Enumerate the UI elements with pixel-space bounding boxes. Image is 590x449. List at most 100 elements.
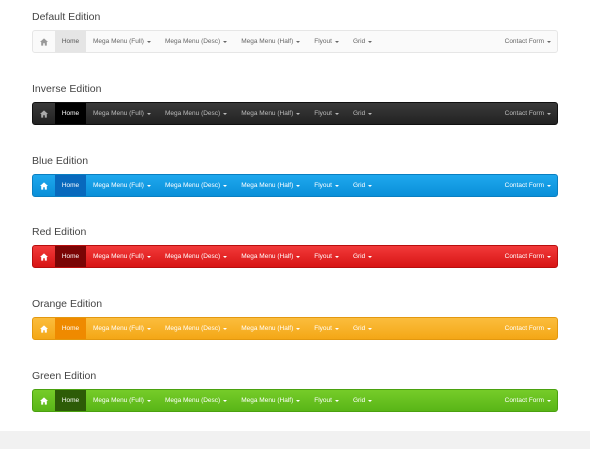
nav-item-home[interactable]: Home	[55, 31, 86, 52]
nav-item-mega-menu-half[interactable]: Mega Menu (Half)	[234, 390, 307, 411]
caret-down-icon	[334, 399, 339, 402]
nav-item-mega-menu-desc[interactable]: Mega Menu (Desc)	[158, 246, 234, 267]
caret-down-icon	[146, 255, 151, 258]
nav-item-mega-menu-desc[interactable]: Mega Menu (Desc)	[158, 31, 234, 52]
nav-item-contact-form[interactable]: Contact Form	[498, 175, 557, 196]
nav-item-home[interactable]: Home	[55, 175, 86, 196]
nav-item-contact-form[interactable]: Contact Form	[498, 31, 557, 52]
section-title: Inverse Edition	[32, 83, 102, 95]
caret-down-icon	[334, 327, 339, 330]
caret-down-icon	[223, 112, 228, 115]
section-title: Default Edition	[32, 11, 101, 23]
home-icon[interactable]	[33, 31, 55, 52]
nav-item-mega-menu-full[interactable]: Mega Menu (Full)	[86, 318, 158, 339]
navbar: Home Mega Menu (Full) Mega Menu (Desc) M…	[32, 245, 558, 268]
section-title: Red Edition	[32, 226, 87, 238]
caret-down-icon	[296, 399, 301, 402]
caret-down-icon	[296, 40, 301, 43]
nav-item-contact-form[interactable]: Contact Form	[498, 103, 557, 124]
caret-down-icon	[146, 327, 151, 330]
caret-down-icon	[368, 184, 373, 187]
section-title: Green Edition	[32, 370, 97, 382]
nav-item-home[interactable]: Home	[55, 318, 86, 339]
nav-item-flyout[interactable]: Flyout	[307, 318, 346, 339]
nav-item-grid[interactable]: Grid	[346, 103, 379, 124]
caret-down-icon	[368, 255, 373, 258]
nav-item-grid[interactable]: Grid	[346, 318, 379, 339]
navbar: Home Mega Menu (Full) Mega Menu (Desc) M…	[32, 317, 558, 340]
nav-item-grid[interactable]: Grid	[346, 31, 379, 52]
caret-down-icon	[547, 40, 551, 43]
caret-down-icon	[334, 40, 339, 43]
caret-down-icon	[547, 255, 551, 258]
caret-down-icon	[547, 184, 551, 187]
nav-item-mega-menu-desc[interactable]: Mega Menu (Desc)	[158, 318, 234, 339]
home-icon[interactable]	[33, 103, 55, 124]
caret-down-icon	[296, 327, 301, 330]
caret-down-icon	[296, 112, 301, 115]
nav-item-mega-menu-half[interactable]: Mega Menu (Half)	[234, 246, 307, 267]
caret-down-icon	[146, 40, 151, 43]
home-icon[interactable]	[33, 246, 55, 267]
nav-item-flyout[interactable]: Flyout	[307, 175, 346, 196]
nav-item-mega-menu-half[interactable]: Mega Menu (Half)	[234, 175, 307, 196]
caret-down-icon	[223, 399, 228, 402]
nav-item-mega-menu-full[interactable]: Mega Menu (Full)	[86, 246, 158, 267]
navbar: Home Mega Menu (Full) Mega Menu (Desc) M…	[32, 389, 558, 412]
navbar: Home Mega Menu (Full) Mega Menu (Desc) M…	[32, 174, 558, 197]
caret-down-icon	[223, 255, 228, 258]
navbar: Home Mega Menu (Full) Mega Menu (Desc) M…	[32, 102, 558, 125]
nav-item-flyout[interactable]: Flyout	[307, 31, 346, 52]
nav-item-mega-menu-full[interactable]: Mega Menu (Full)	[86, 175, 158, 196]
nav-item-flyout[interactable]: Flyout	[307, 246, 346, 267]
caret-down-icon	[368, 40, 373, 43]
nav-item-contact-form[interactable]: Contact Form	[498, 390, 557, 411]
section-title: Orange Edition	[32, 298, 103, 310]
nav-item-mega-menu-desc[interactable]: Mega Menu (Desc)	[158, 175, 234, 196]
nav-item-mega-menu-half[interactable]: Mega Menu (Half)	[234, 103, 307, 124]
home-icon[interactable]	[33, 390, 55, 411]
home-icon[interactable]	[33, 318, 55, 339]
nav-item-flyout[interactable]: Flyout	[307, 103, 346, 124]
caret-down-icon	[223, 184, 228, 187]
nav-item-mega-menu-desc[interactable]: Mega Menu (Desc)	[158, 103, 234, 124]
caret-down-icon	[223, 327, 228, 330]
nav-item-mega-menu-half[interactable]: Mega Menu (Half)	[234, 318, 307, 339]
caret-down-icon	[368, 399, 373, 402]
caret-down-icon	[146, 112, 151, 115]
caret-down-icon	[547, 327, 551, 330]
nav-item-mega-menu-full[interactable]: Mega Menu (Full)	[86, 103, 158, 124]
nav-item-flyout[interactable]: Flyout	[307, 390, 346, 411]
nav-item-home[interactable]: Home	[55, 246, 86, 267]
caret-down-icon	[296, 184, 301, 187]
nav-item-home[interactable]: Home	[55, 103, 86, 124]
nav-item-home[interactable]: Home	[55, 390, 86, 411]
nav-item-contact-form[interactable]: Contact Form	[498, 246, 557, 267]
nav-item-grid[interactable]: Grid	[346, 175, 379, 196]
nav-item-mega-menu-full[interactable]: Mega Menu (Full)	[86, 31, 158, 52]
nav-item-contact-form[interactable]: Contact Form	[498, 318, 557, 339]
nav-item-mega-menu-half[interactable]: Mega Menu (Half)	[234, 31, 307, 52]
navbar: Home Mega Menu (Full) Mega Menu (Desc) M…	[32, 30, 558, 53]
caret-down-icon	[547, 112, 551, 115]
caret-down-icon	[146, 399, 151, 402]
caret-down-icon	[334, 255, 339, 258]
nav-item-mega-menu-desc[interactable]: Mega Menu (Desc)	[158, 390, 234, 411]
caret-down-icon	[223, 40, 228, 43]
caret-down-icon	[296, 255, 301, 258]
section-title: Blue Edition	[32, 155, 89, 167]
page: Default Edition Home Mega Menu (Full) Me…	[0, 0, 590, 431]
caret-down-icon	[146, 184, 151, 187]
caret-down-icon	[368, 327, 373, 330]
home-icon[interactable]	[33, 175, 55, 196]
nav-item-grid[interactable]: Grid	[346, 246, 379, 267]
caret-down-icon	[334, 112, 339, 115]
nav-item-mega-menu-full[interactable]: Mega Menu (Full)	[86, 390, 158, 411]
nav-item-grid[interactable]: Grid	[346, 390, 379, 411]
